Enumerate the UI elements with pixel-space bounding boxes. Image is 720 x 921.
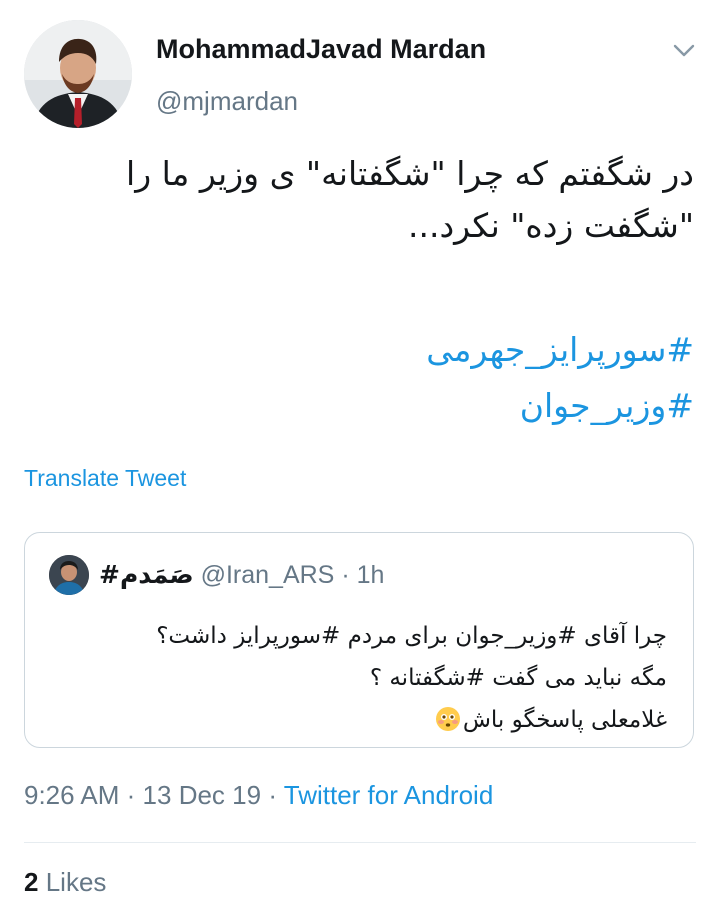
quoted-text-line: غلامعلی پاسخگو باش bbox=[47, 699, 667, 741]
profile-photo-icon bbox=[49, 555, 89, 595]
quoted-handle: @Iran_ARS bbox=[200, 561, 335, 589]
author-avatar[interactable] bbox=[24, 20, 132, 128]
quoted-text-segment: غلامعلی پاسخگو باش bbox=[462, 707, 667, 733]
chevron-down-icon bbox=[673, 44, 695, 57]
tweet-metadata: 9:26 AM · 13 Dec 19 · Twitter for Androi… bbox=[24, 780, 493, 811]
separator-dot: · bbox=[126, 780, 136, 810]
quoted-display-name: #صَمَدم bbox=[99, 560, 194, 589]
quoted-tweet-text: چرا آقای #وزیر_جوان برای مردم #سورپرایز … bbox=[47, 615, 667, 741]
author-display-name[interactable]: MohammadJavad Mardan bbox=[156, 34, 486, 65]
tweet-source-link[interactable]: Twitter for Android bbox=[284, 780, 494, 810]
tweet-text-line: در شگفتم که چرا "شگفتانه" ی وزیر ما را bbox=[126, 154, 694, 193]
likes-stat[interactable]: 2 Likes bbox=[24, 867, 106, 898]
tweet-text-line: "شگفت زده" نکرد... bbox=[407, 206, 694, 245]
likes-count: 2 bbox=[24, 867, 39, 897]
hashtag-link[interactable]: #سورپرایز_جهرمی bbox=[34, 330, 694, 369]
likes-label: Likes bbox=[45, 867, 107, 897]
separator-dot: · bbox=[268, 780, 277, 810]
tweet-menu-button[interactable] bbox=[672, 40, 696, 60]
flushed-face-emoji-icon bbox=[435, 707, 460, 731]
tweet-time: 9:26 AM bbox=[24, 780, 120, 810]
quoted-tweet-card[interactable]: #صَمَدم @Iran_ARS · 1h چرا آقای #وزیر_جو… bbox=[24, 532, 694, 748]
quoted-text-line: چرا آقای #وزیر_جوان برای مردم #سورپرایز … bbox=[156, 623, 667, 649]
quoted-author-avatar[interactable] bbox=[49, 555, 89, 595]
translate-tweet-link[interactable]: Translate Tweet bbox=[24, 465, 186, 492]
hashtag-link[interactable]: #وزیر_جوان bbox=[34, 386, 694, 425]
author-handle[interactable]: @mjmardan bbox=[156, 86, 298, 117]
tweet-text: در شگفتم که چرا "شگفتانه" ی وزیر ما را "… bbox=[34, 148, 694, 252]
divider bbox=[24, 842, 696, 843]
tweet-date: 13 Dec 19 bbox=[142, 780, 262, 810]
quoted-tweet-header: #صَمَدم @Iran_ARS · 1h bbox=[99, 560, 384, 590]
quoted-text-line: مگه نباید می گفت #شگفتانه ؟ bbox=[369, 665, 667, 691]
profile-photo-icon bbox=[24, 20, 132, 128]
quoted-time: 1h bbox=[356, 561, 385, 589]
separator-dot: · bbox=[341, 561, 350, 589]
